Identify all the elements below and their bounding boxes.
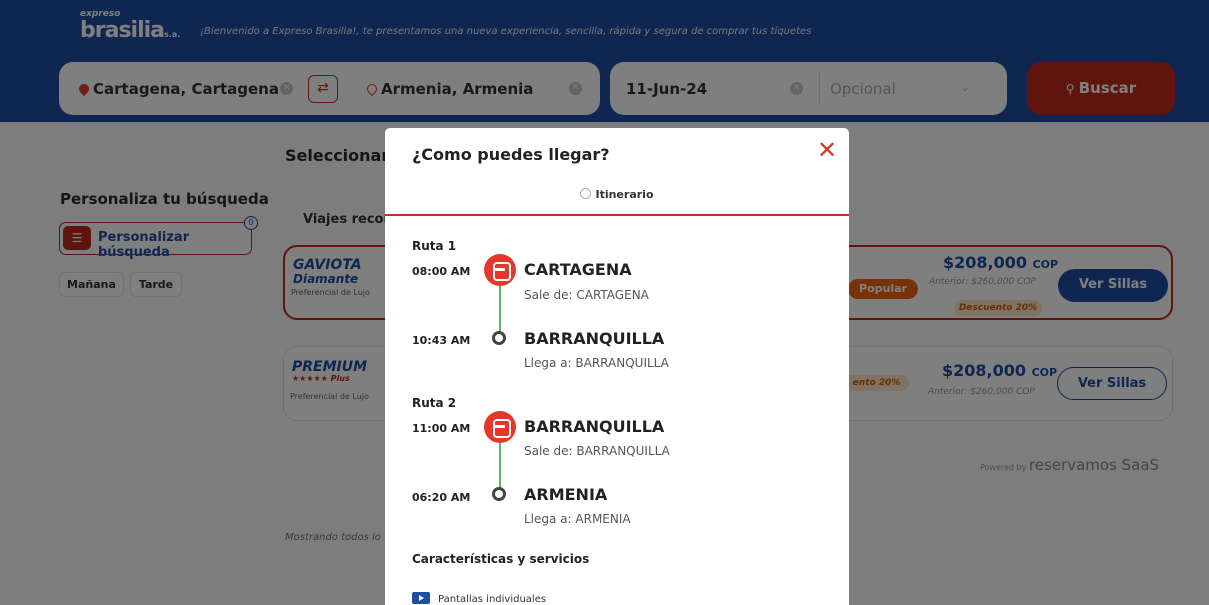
- departure-time: 08:00 AM: [412, 265, 471, 278]
- route-label: Ruta 1: [412, 239, 457, 253]
- arrival-detail: Llega a: ARMENIA: [524, 512, 631, 526]
- arrival-city: ARMENIA: [524, 485, 608, 504]
- screen-icon: [412, 592, 430, 604]
- modal-title: ¿Como puedes llegar?: [412, 145, 610, 164]
- departure-city: BARRANQUILLA: [524, 417, 665, 436]
- arrival-city: BARRANQUILLA: [524, 329, 665, 348]
- tab-itinerario-label: Itinerario: [595, 188, 654, 201]
- arrival-detail: Llega a: BARRANQUILLA: [524, 356, 669, 370]
- stop-dot-icon: [492, 331, 506, 345]
- departure-city: CARTAGENA: [524, 260, 632, 279]
- arrival-time: 10:43 AM: [412, 334, 471, 347]
- feature-item: Pantallas individuales: [412, 592, 546, 605]
- close-icon[interactable]: ✕: [817, 138, 837, 162]
- route-line: [499, 278, 501, 336]
- route-line: [499, 435, 501, 493]
- features-title: Características y servicios: [412, 552, 590, 566]
- itinerary-modal: ¿Como puedes llegar? ✕ Itinerario Ruta 1…: [385, 128, 849, 605]
- tab-itinerario[interactable]: Itinerario: [385, 188, 849, 201]
- departure-detail: Sale de: BARRANQUILLA: [524, 444, 670, 458]
- bus-icon: [484, 254, 516, 286]
- arrival-time: 06:20 AM: [412, 491, 471, 504]
- person-icon: [580, 188, 592, 199]
- bus-icon: [484, 411, 516, 443]
- tab-underline: [385, 214, 849, 216]
- feature-label: Pantallas individuales: [438, 594, 547, 605]
- route-label: Ruta 2: [412, 396, 457, 410]
- departure-time: 11:00 AM: [412, 422, 471, 435]
- stop-dot-icon: [492, 487, 506, 501]
- departure-detail: Sale de: CARTAGENA: [524, 288, 649, 302]
